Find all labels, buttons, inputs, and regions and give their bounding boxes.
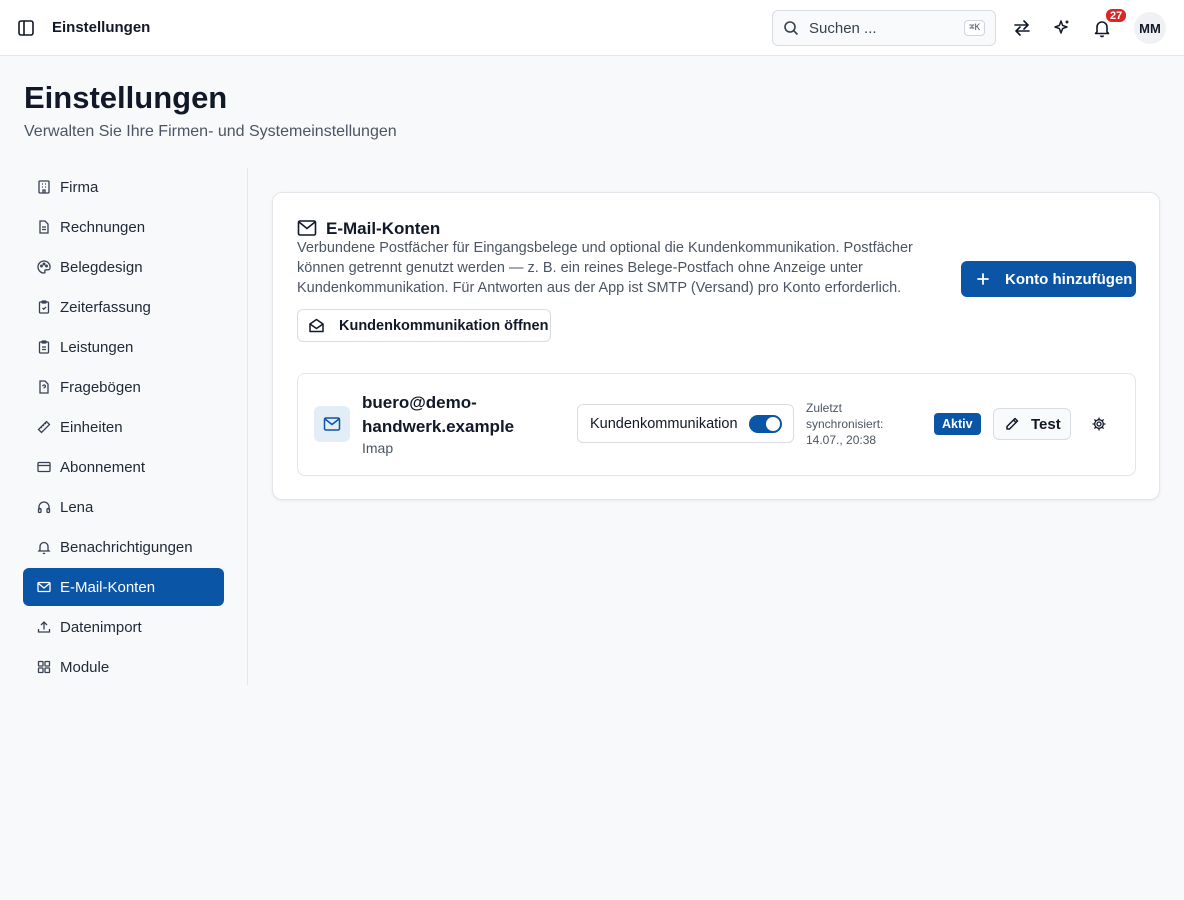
sidebar-item-label: Firma	[60, 178, 99, 196]
sidebar-item-benachrichtigungen[interactable]: Benachrichtigungen	[23, 528, 224, 566]
page-title: Einstellungen	[24, 80, 228, 115]
email-accounts-card: E-Mail-Konten Verbundene Postfächer für …	[272, 192, 1160, 500]
card-description: Verbundene Postfächer für Eingangsbelege…	[297, 240, 913, 296]
sidebar-item-frageboegen[interactable]: Fragebögen	[23, 368, 224, 406]
account-type: Imap	[362, 440, 394, 456]
test-label: Test	[1031, 415, 1061, 433]
mail-icon	[297, 219, 317, 237]
bell-icon	[36, 539, 52, 555]
headphones-icon	[36, 499, 52, 515]
sidebar-item-firma[interactable]: Firma	[23, 168, 224, 206]
building-icon	[36, 179, 52, 195]
search-box[interactable]: Suchen ... ⌘K	[772, 10, 996, 46]
sidebar-toggle-icon[interactable]	[16, 18, 36, 38]
search-icon	[783, 20, 799, 36]
grid-icon	[36, 659, 52, 675]
pencil-icon	[1004, 416, 1020, 432]
page-subtitle: Verwalten Sie Ihre Firmen- und Systemein…	[24, 123, 397, 140]
sidebar-item-module[interactable]: Module	[23, 648, 224, 686]
add-account-button[interactable]: Konto hinzufügen	[961, 261, 1136, 297]
sidebar-item-label: Module	[60, 658, 110, 676]
sidebar-item-label: Abonnement	[60, 458, 146, 476]
upload-icon	[36, 619, 52, 635]
palette-icon	[36, 259, 52, 275]
card-title: E-Mail-Konten	[326, 219, 441, 238]
switch-knob	[766, 417, 780, 431]
topbar-title: Einstellungen	[52, 19, 151, 36]
sidebar-item-rechnungen[interactable]: Rechnungen	[23, 208, 224, 246]
sidebar-item-einheiten[interactable]: Einheiten	[23, 408, 224, 446]
sidebar-item-zeiterfassung[interactable]: Zeiterfassung	[23, 288, 224, 326]
mail-icon	[36, 579, 52, 595]
sidebar-item-leistungen[interactable]: Leistungen	[23, 328, 224, 366]
add-account-label: Konto hinzufügen	[1005, 270, 1133, 288]
sidebar-item-label: Einheiten	[60, 418, 123, 436]
open-customer-communication-label: Kundenkommunikation öffnen	[339, 317, 549, 334]
mail-open-icon	[308, 317, 325, 334]
sidebar-item-belegdesign[interactable]: Belegdesign	[23, 248, 224, 286]
sidebar-item-label: Leistungen	[60, 338, 134, 356]
open-customer-communication-button[interactable]: Kundenkommunikation öffnen	[297, 309, 551, 342]
search-shortcut: ⌘K	[964, 20, 985, 36]
sidebar-item-abonnement[interactable]: Abonnement	[23, 448, 224, 486]
status-badge: Aktiv	[934, 413, 981, 435]
sidebar-item-label: E-Mail-Konten	[60, 578, 156, 596]
sidebar-item-label: Rechnungen	[60, 218, 146, 236]
gear-icon[interactable]	[1087, 412, 1111, 436]
search-placeholder: Suchen ...	[809, 19, 877, 37]
file-text-icon	[36, 219, 52, 235]
customer-communication-switch[interactable]	[749, 415, 782, 433]
sidebar-item-label: Datenimport	[60, 618, 142, 636]
account-row: buero@demo-handwerk.example Imap Kundenk…	[297, 373, 1136, 476]
sidebar-item-lena[interactable]: Lena	[23, 488, 224, 526]
clipboard-list-icon	[36, 339, 52, 355]
toggle-label: Kundenkommunikation	[590, 415, 738, 432]
sidebar-item-label: Lena	[60, 498, 94, 516]
sidebar-item-label: Belegdesign	[60, 258, 143, 276]
avatar[interactable]: MM	[1134, 12, 1166, 44]
plus-icon	[975, 271, 991, 287]
sidebar-item-label: Zeiterfassung	[60, 298, 151, 316]
sidebar-item-label: Fragebögen	[60, 378, 141, 396]
sidebar-item-email-konten[interactable]: E-Mail-Konten	[23, 568, 224, 606]
credit-card-icon	[36, 459, 52, 475]
settings-nav: Firma Rechnungen Belegdesign Zeiterfassu…	[23, 168, 248, 685]
file-question-icon	[36, 379, 52, 395]
last-sync-text: Zuletzt synchronisiert: 14.07., 20:38	[806, 401, 884, 447]
customer-communication-toggle-box: Kundenkommunikation	[577, 404, 794, 443]
notification-badge: 27	[1104, 7, 1129, 24]
sidebar-item-label: Benachrichtigungen	[60, 538, 193, 556]
switch-arrows-icon[interactable]	[1010, 16, 1034, 40]
account-email: buero@demo-handwerk.example	[362, 393, 515, 436]
mail-icon	[314, 406, 350, 442]
sparkles-icon[interactable]	[1050, 16, 1074, 40]
test-button[interactable]: Test	[993, 408, 1071, 440]
sidebar-item-datenimport[interactable]: Datenimport	[23, 608, 224, 646]
ruler-icon	[36, 419, 52, 435]
clipboard-clock-icon	[36, 299, 52, 315]
top-bar: Einstellungen Suchen ... ⌘K 27 MM	[0, 0, 1184, 56]
